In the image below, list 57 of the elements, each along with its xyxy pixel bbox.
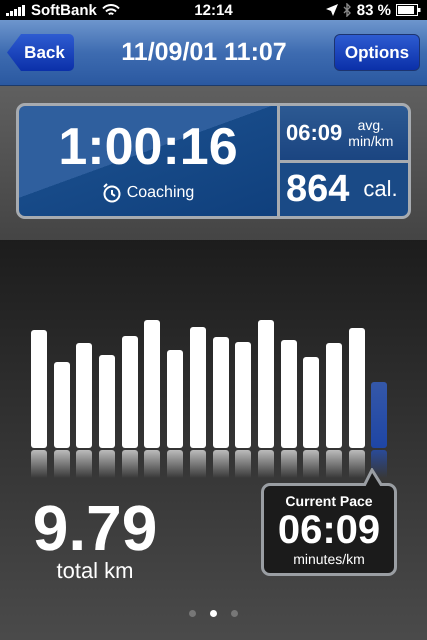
bar-reflection [212,450,228,478]
split-bar[interactable] [122,336,138,448]
distance-unit: total km [56,558,134,584]
clock-time: 12:14 [194,2,233,18]
bar-reflection [167,450,184,478]
bar-reflection [31,450,47,478]
page-dot[interactable] [189,610,196,617]
bar-reflection [54,450,70,478]
split-bar[interactable] [348,328,365,448]
split-bar[interactable] [326,343,342,448]
avg-pace-value: 06:09 [286,120,342,146]
bar-reflection [303,450,320,478]
battery-percent: 83 % [356,2,391,18]
split-bar[interactable] [280,340,297,448]
split-bar[interactable] [76,343,92,448]
bar-reflection [76,450,92,478]
options-button[interactable]: Options [334,34,420,71]
location-arrow-icon [326,4,338,16]
bar-reflection [371,450,388,478]
battery-icon [396,4,421,16]
split-bar[interactable] [212,337,228,448]
page-dot[interactable] [231,610,238,617]
stopwatch-icon [102,183,122,203]
current-pace-unit: minutes/km [293,550,365,566]
bar-reflection [99,450,116,478]
split-bar[interactable] [258,320,274,448]
back-button[interactable]: Back [7,34,74,71]
split-bar[interactable] [144,320,160,448]
bar-reflection [122,450,138,478]
calories-unit: cal. [363,176,398,202]
calories-value: 864 [286,168,350,211]
split-bar[interactable] [167,350,184,448]
bar-reflection [348,450,365,478]
bar-reflection [326,450,342,478]
current-pace-title: Current Pace [285,492,373,508]
bar-reflection [280,450,297,478]
bar-reflection [144,450,160,478]
current-pace-value: 06:09 [278,508,380,550]
nav-title: 11/09/01 11:07 [121,38,287,67]
avg-label: avg. [358,116,384,133]
split-bar[interactable] [99,355,116,448]
bluetooth-icon [342,3,352,17]
split-bar[interactable] [54,362,70,448]
bar-reflection [235,450,252,478]
carrier-name: SoftBank [31,2,97,18]
split-bar[interactable] [190,327,206,448]
split-bar[interactable] [303,357,320,448]
duration-value: 1:00:16 [58,119,238,175]
pace-unit: min/km [348,132,394,149]
bar-reflection [258,450,274,478]
bar-reflection [190,450,206,478]
coaching-label: Coaching [126,184,194,202]
distance-value: 9.79 [32,498,158,558]
signal-icon [6,4,26,16]
split-bar[interactable] [235,342,252,448]
wifi-icon [102,4,120,16]
page-dot[interactable] [210,610,217,617]
